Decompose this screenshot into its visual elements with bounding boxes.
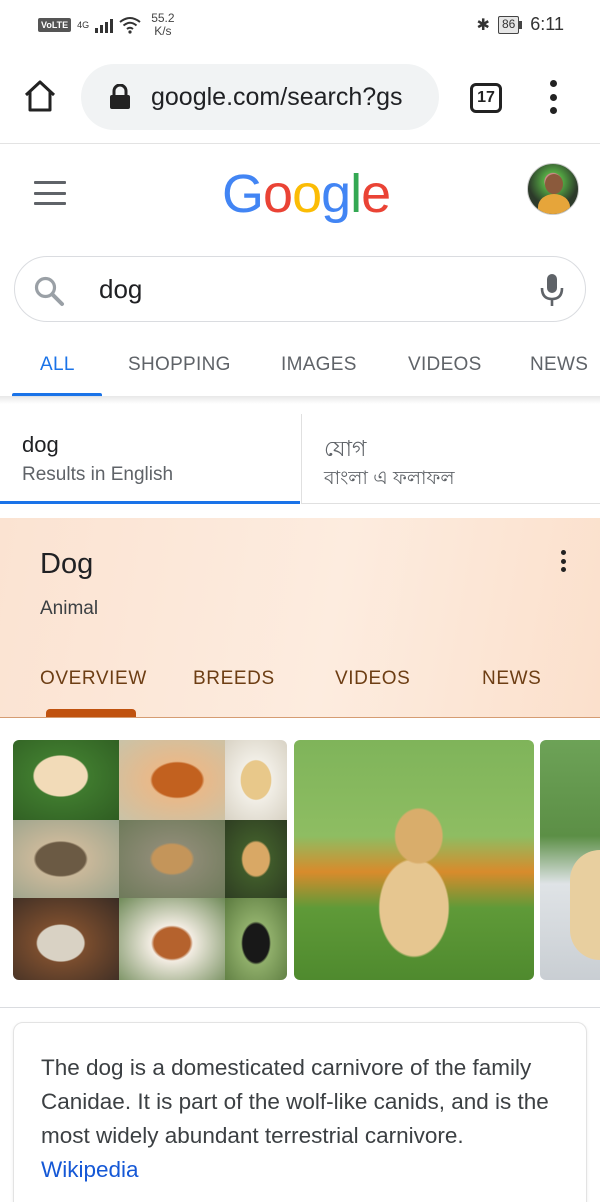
- tab-images[interactable]: IMAGES: [281, 354, 357, 376]
- knowledge-panel: Dog Animal OVERVIEW BREEDS VIDEOS NEWS: [0, 518, 600, 718]
- search-input[interactable]: dog: [99, 274, 142, 305]
- network-type: 4G: [77, 19, 90, 30]
- language-bengali-card[interactable]: যোগ বাংলা এ ফলাফল: [301, 414, 600, 504]
- speed-unit: K/s: [154, 24, 172, 38]
- kp-tab-overview[interactable]: OVERVIEW: [40, 668, 147, 690]
- partial-dog-image[interactable]: [540, 740, 600, 980]
- google-logo[interactable]: Google: [222, 163, 391, 225]
- kp-more-options-icon[interactable]: [558, 550, 568, 572]
- kp-subtitle: Animal: [40, 598, 99, 619]
- clock: 6:11: [530, 14, 564, 34]
- status-right: ✱ 86 6:11: [477, 14, 564, 35]
- logo-letter: e: [361, 164, 391, 224]
- logo-letter: g: [321, 164, 351, 224]
- lock-icon: [110, 84, 130, 109]
- url-text[interactable]: google.com/search?gs: [151, 83, 403, 112]
- avatar[interactable]: [527, 163, 579, 215]
- search-box[interactable]: dog: [14, 256, 586, 322]
- tab-news[interactable]: NEWS: [530, 354, 588, 376]
- collage-image: [119, 820, 225, 898]
- kp-active-tab-indicator: [46, 709, 136, 717]
- english-label: Results in English: [22, 464, 174, 485]
- search-tabs: ALL SHOPPING IMAGES VIDEOS NEWS: [0, 336, 600, 397]
- collage-image: [225, 820, 287, 898]
- collage-image: [225, 898, 287, 980]
- wifi-icon: [119, 17, 141, 34]
- logo-letter: G: [222, 164, 264, 224]
- logo-letter: o: [263, 164, 293, 224]
- collage-image: [13, 820, 119, 898]
- description: The dog is a domesticated carnivore of t…: [41, 1051, 576, 1187]
- status-bar: VoLTE 4G 55.2 K/s ✱ 86 6:11: [0, 0, 600, 50]
- tab-all[interactable]: ALL: [40, 354, 75, 376]
- bengali-label: বাংলা এ ফলাফল: [324, 468, 455, 489]
- english-term: dog: [22, 432, 59, 457]
- collage-image: [13, 740, 119, 820]
- wikipedia-link[interactable]: Wikipedia: [41, 1157, 139, 1182]
- volte-badge: VoLTE: [38, 18, 72, 32]
- description-text: The dog is a domesticated carnivore of t…: [41, 1055, 549, 1148]
- collage-image: [225, 740, 287, 820]
- collage-image: [119, 740, 225, 820]
- tab-videos[interactable]: VIDEOS: [408, 354, 482, 376]
- google-header: Google: [0, 145, 600, 245]
- logo-letter: o: [292, 164, 322, 224]
- collage-image: [119, 898, 225, 980]
- language-english-card[interactable]: dog Results in English: [0, 414, 300, 504]
- tabs-shadow: [0, 396, 600, 404]
- kp-tab-videos[interactable]: VIDEOS: [335, 668, 410, 690]
- status-left: VoLTE 4G 55.2 K/s: [38, 12, 175, 38]
- kp-title: Dog: [40, 548, 94, 580]
- section-divider: [0, 1007, 600, 1008]
- network-speed: 55.2 K/s: [151, 12, 174, 38]
- kp-tab-breeds[interactable]: BREEDS: [193, 668, 275, 690]
- address-bar[interactable]: google.com/search?gs: [81, 64, 439, 130]
- collage-image: [13, 898, 119, 980]
- bluetooth-icon: ✱: [476, 16, 490, 34]
- home-icon[interactable]: [22, 78, 58, 114]
- hamburger-menu-icon[interactable]: [34, 181, 66, 205]
- search-icon[interactable]: [33, 275, 65, 307]
- tab-switcher-button[interactable]: 17: [470, 83, 502, 113]
- tab-shopping[interactable]: SHOPPING: [128, 354, 231, 376]
- battery-icon: 86: [497, 15, 523, 34]
- puppy-image[interactable]: [294, 740, 534, 980]
- microphone-icon[interactable]: [539, 273, 565, 307]
- logo-letter: l: [350, 164, 362, 224]
- battery-level: 86: [497, 15, 520, 34]
- description-card: The dog is a domesticated carnivore of t…: [13, 1022, 587, 1202]
- language-selector: dog Results in English যোগ বাংলা এ ফলাফল: [0, 414, 600, 506]
- image-carousel: [0, 740, 600, 982]
- dog-image-collage[interactable]: [13, 740, 287, 980]
- browser-toolbar: google.com/search?gs 17: [0, 50, 600, 144]
- kp-tab-news[interactable]: NEWS: [482, 668, 541, 690]
- signal-icon: [95, 17, 114, 33]
- overflow-menu-icon[interactable]: [545, 80, 561, 114]
